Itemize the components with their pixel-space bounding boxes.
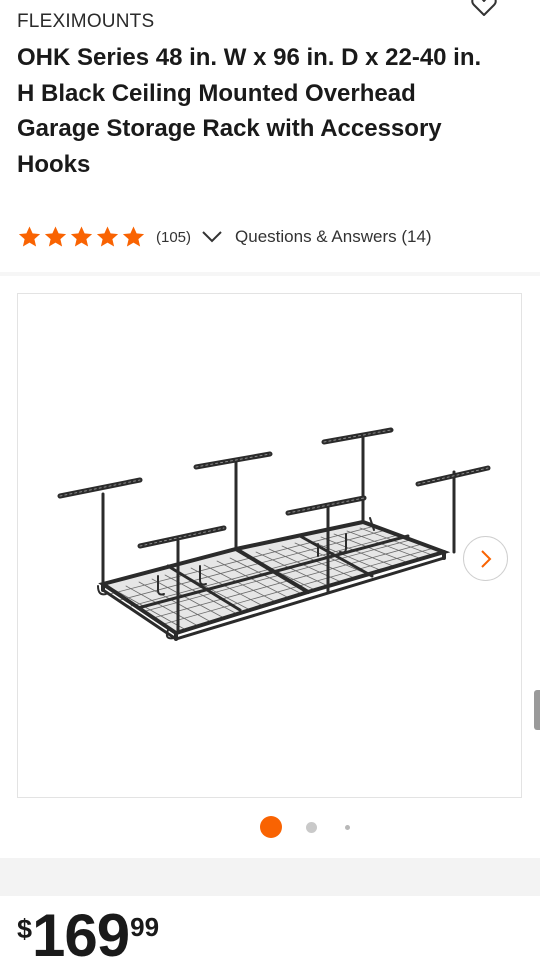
section-separator [0, 858, 540, 896]
chevron-right-icon [480, 549, 491, 568]
pagination-dot[interactable] [345, 825, 350, 830]
brand-name[interactable]: FLEXIMOUNTS [17, 11, 154, 33]
product-image-frame[interactable] [17, 293, 522, 798]
ceiling-storage-rack-image [57, 427, 491, 641]
section-divider [0, 272, 540, 276]
price-currency: $ [17, 914, 33, 944]
review-count[interactable]: (105) [156, 229, 191, 246]
scrollbar-thumb[interactable] [534, 690, 540, 730]
star-icon [95, 225, 120, 249]
star-icon [43, 225, 68, 249]
chevron-down-icon[interactable] [201, 230, 223, 244]
price-dollars: 169 [32, 902, 130, 969]
gallery-pagination [0, 815, 540, 839]
star-icon [69, 225, 94, 249]
price-cents: 99 [130, 912, 160, 942]
price-display: $ 169 99 [17, 906, 159, 966]
star-rating[interactable] [17, 225, 146, 249]
star-icon [17, 225, 42, 249]
next-image-button[interactable] [463, 536, 508, 581]
pagination-dot-active[interactable] [260, 816, 282, 838]
star-icon [121, 225, 146, 249]
pagination-dot[interactable] [306, 822, 317, 833]
rating-row: (105) Questions & Answers (14) [17, 225, 432, 249]
product-header-card: FLEXIMOUNTS OHK Series 48 in. W x 96 in.… [0, 0, 540, 858]
favorite-heart-icon[interactable] [470, 0, 498, 18]
questions-answers-link[interactable]: Questions & Answers (14) [235, 227, 432, 247]
product-title: OHK Series 48 in. W x 96 in. D x 22-40 i… [17, 44, 482, 178]
